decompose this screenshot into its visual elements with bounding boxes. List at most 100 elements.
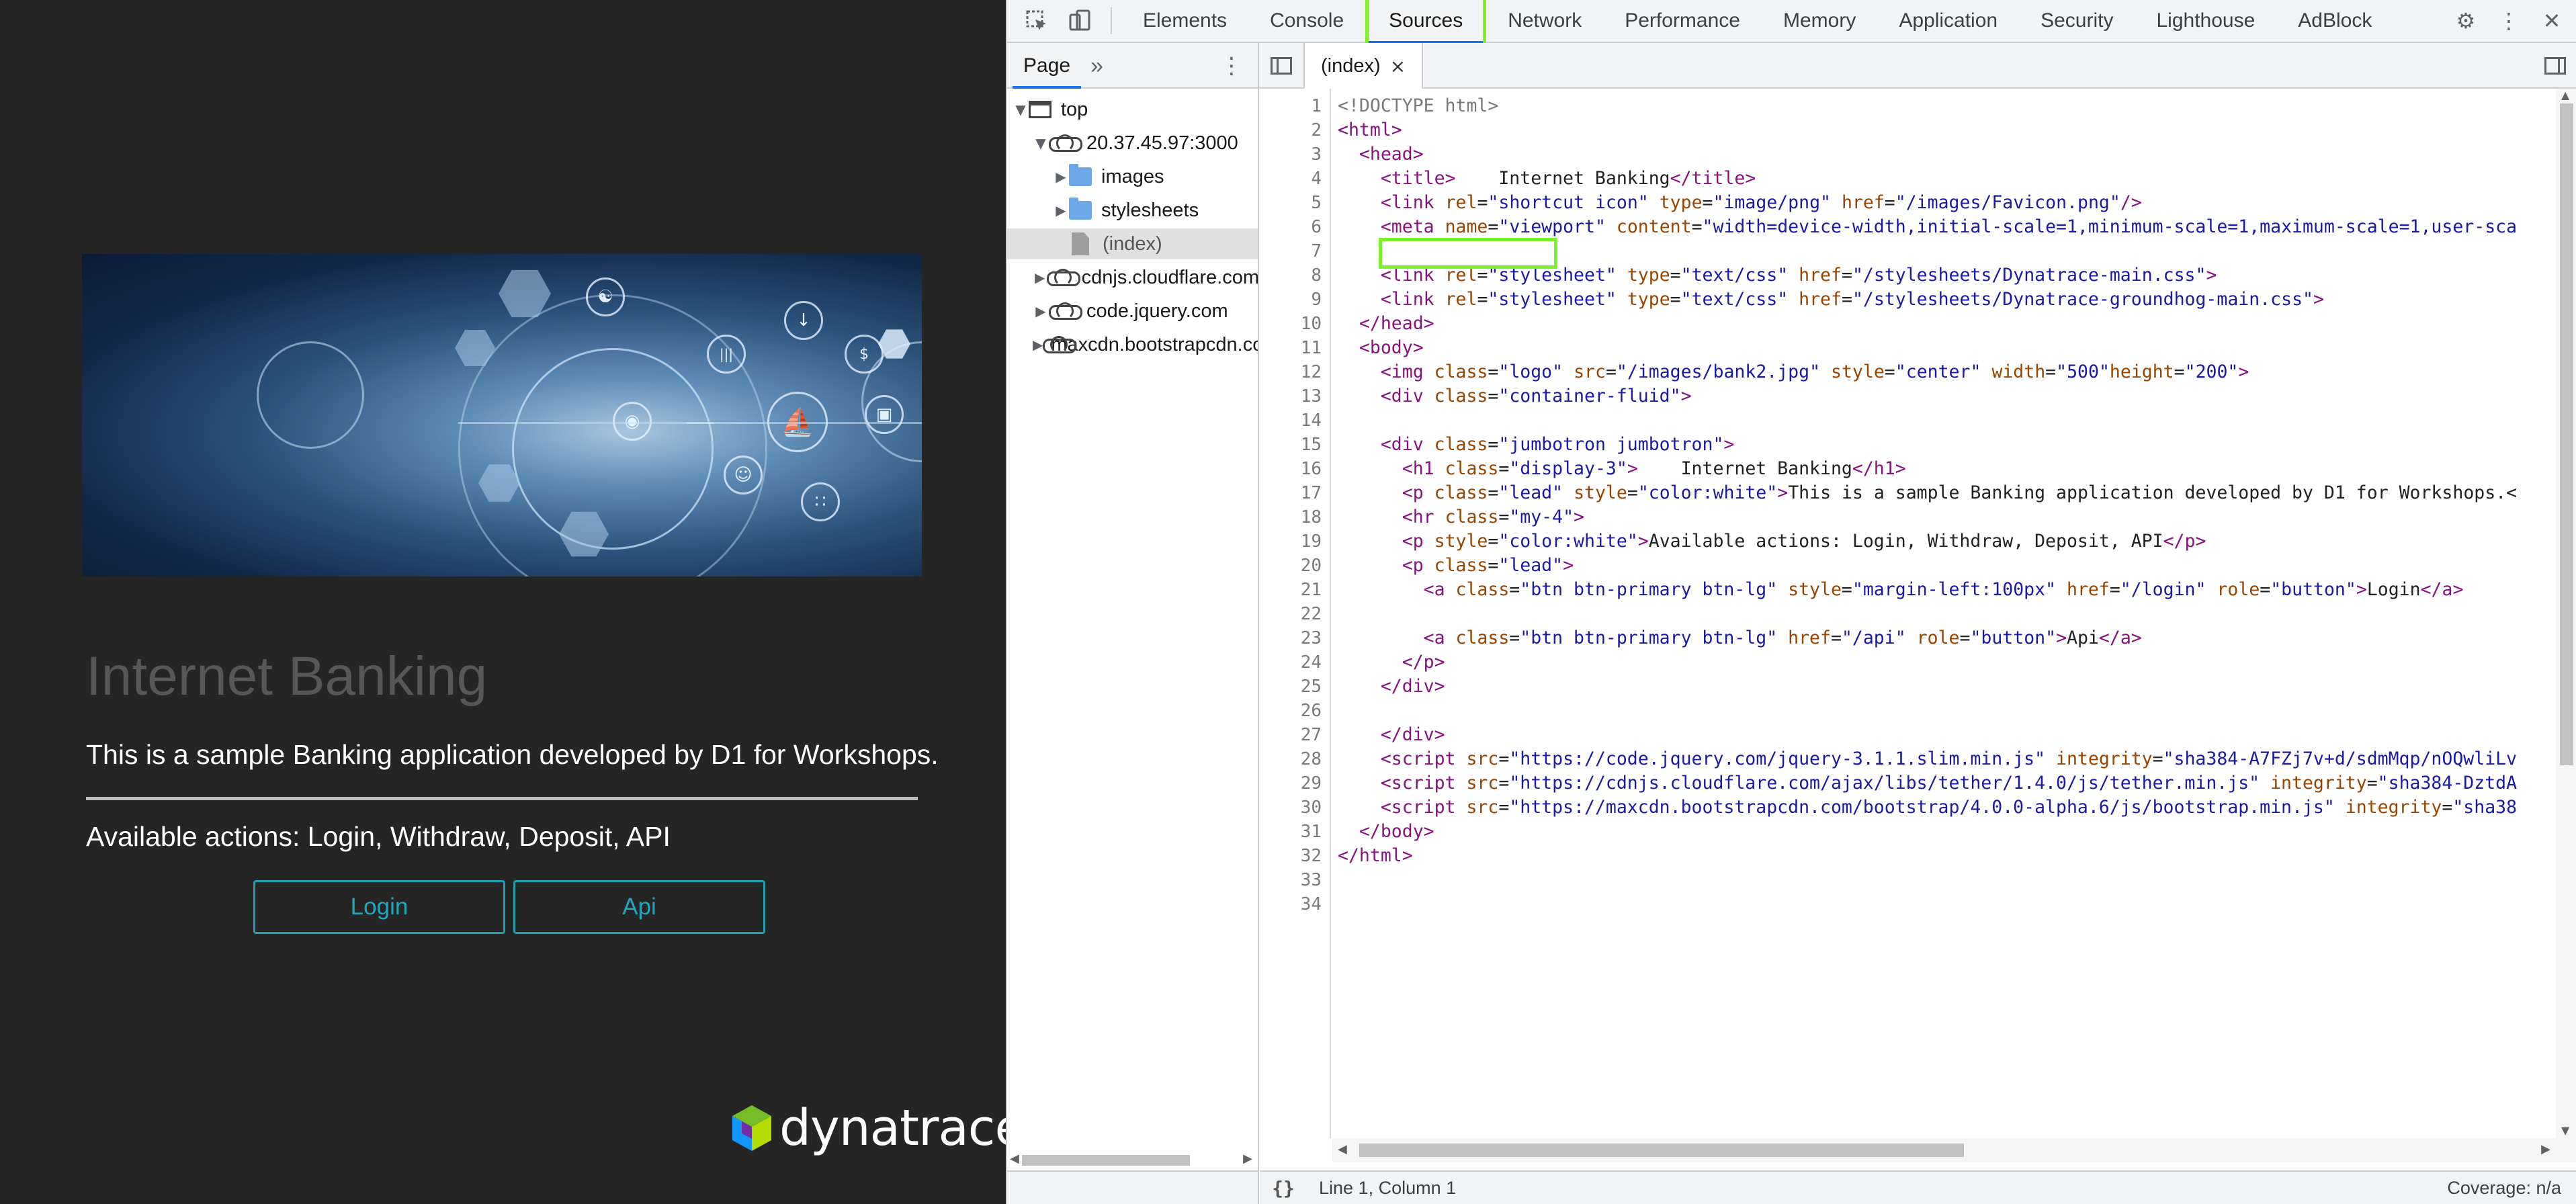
tab-sources[interactable]: Sources — [1365, 0, 1487, 47]
line-number: 24 — [1300, 652, 1322, 673]
coverage-status: Coverage: n/a — [2447, 1177, 2561, 1198]
navigator-horizontal-scrollbar[interactable]: ◀ ▶ — [1007, 1150, 1258, 1170]
tab-memory[interactable]: Memory — [1762, 0, 1877, 42]
navigator-menu-icon[interactable]: ⋮ — [1220, 52, 1243, 79]
expand-right-icon[interactable]: ▶ — [1053, 169, 1069, 185]
editor-tab-index[interactable]: (index) × — [1303, 43, 1424, 89]
pretty-print-button[interactable]: {} — [1260, 1177, 1307, 1199]
line-number: 15 — [1300, 435, 1322, 455]
tree-item[interactable]: ▼ top — [1007, 94, 1258, 125]
tree-item-label: (index) — [1103, 232, 1162, 255]
tree-item[interactable]: (index) — [1007, 228, 1258, 259]
tree-item-label: maxcdn.bootstrapcdn.com — [1051, 333, 1259, 355]
line-number: 28 — [1300, 749, 1322, 769]
hero-banking-image: ☯ ↓ $ ||| ◉ ☺ ∷ ▣ ● ⛵ — [82, 254, 922, 576]
frame-icon — [1029, 101, 1051, 118]
line-number: 31 — [1300, 822, 1322, 842]
editor-horizontal-scrollbar[interactable]: ◀ ▶ — [1332, 1138, 2576, 1162]
cursor-position: Line 1, Column 1 — [1319, 1177, 1457, 1198]
tab-adblock[interactable]: AdBlock — [2276, 0, 2393, 42]
api-button[interactable]: Api — [513, 880, 765, 934]
code-line: <hr class="my-4"> — [1402, 507, 1585, 527]
expand-down-icon[interactable]: ▼ — [1033, 135, 1049, 151]
toolbar-separator — [1111, 7, 1112, 34]
line-number-gutter: 1 2 3 4 5 6 7 8 9 10 11 12 13 14 15 16 17 18 19 20 21 22 23 24 2… — [1260, 89, 1331, 1138]
settings-gear-icon[interactable]: ⚙ — [2444, 0, 2487, 42]
close-devtools-icon[interactable]: ✕ — [2530, 0, 2573, 42]
code-line: <img class="logo" src="/images/bank2.jpg… — [1380, 361, 2249, 382]
editor-vertical-scrollbar[interactable]: ▲ ▼ — [2556, 89, 2576, 1138]
tree-item-label: 20.37.45.97:3000 — [1086, 132, 1238, 154]
code-line: <title> Internet Banking</title> — [1380, 168, 1756, 189]
line-number: 3 — [1311, 144, 1322, 165]
close-tab-icon[interactable]: × — [1390, 55, 1406, 77]
toggle-debugger-icon[interactable] — [2533, 43, 2576, 89]
line-number: 16 — [1300, 459, 1322, 479]
tree-item-label: top — [1061, 98, 1088, 120]
line-number: 2 — [1311, 120, 1322, 140]
tab-performance[interactable]: Performance — [1603, 0, 1762, 42]
tree-item[interactable]: ▶ cdnjs.cloudflare.com — [1007, 262, 1259, 293]
tab-application[interactable]: Application — [1877, 0, 2019, 42]
line-number: 21 — [1300, 580, 1322, 600]
line-number: 32 — [1300, 846, 1322, 866]
folder-icon — [1069, 164, 1092, 186]
code-line: <p class="lead"> — [1402, 555, 1574, 576]
file-navigator-tree: ▼ top ▼ 20.37.45.97:3000 ▶ images ▶ stylesheets… — [1007, 89, 1259, 1170]
line-number: 20 — [1300, 556, 1322, 576]
line-number: 17 — [1300, 483, 1322, 503]
tree-item[interactable]: ▶ images — [1007, 161, 1258, 192]
devtools-toolbar: Elements Console Sources Network Performance… — [1007, 0, 2576, 47]
line-number: 33 — [1300, 870, 1322, 890]
tree-item[interactable]: ▼ 20.37.45.97:3000 — [1007, 128, 1258, 159]
dynatrace-logo-text: dynatrace — [779, 1099, 1006, 1157]
line-number: 27 — [1300, 725, 1322, 745]
tab-lighthouse[interactable]: Lighthouse — [2135, 0, 2276, 42]
expand-right-icon[interactable]: ▶ — [1033, 303, 1049, 319]
expand-right-icon[interactable]: ▶ — [1033, 337, 1043, 353]
expand-right-icon[interactable]: ▶ — [1033, 269, 1047, 286]
annotation-highlight-box — [1379, 238, 1557, 269]
line-number: 12 — [1300, 362, 1322, 382]
code-line: <head> — [1359, 144, 1424, 165]
code-line: <link rel="shortcut icon" type="image/pn… — [1380, 192, 2142, 213]
code-line: </body> — [1359, 821, 1434, 842]
tree-item[interactable]: ▶ code.jquery.com — [1007, 296, 1258, 327]
available-actions-text: Available actions: Login, Withdraw, Depo… — [86, 821, 671, 852]
line-number: 25 — [1300, 677, 1322, 697]
line-number: 22 — [1300, 604, 1322, 624]
dynatrace-logo-icon — [732, 1105, 771, 1151]
code-line: <p class="lead" style="color:white">This… — [1402, 482, 2518, 503]
tree-item-label: cdnjs.cloudflare.com — [1081, 266, 1259, 288]
navigator-tab-page[interactable]: Page — [1007, 43, 1086, 89]
tree-item[interactable]: ▶ maxcdn.bootstrapcdn.com — [1007, 329, 1259, 360]
navigator-status-area — [1007, 1170, 1259, 1204]
editor-tab-label: (index) — [1321, 54, 1381, 77]
tab-elements[interactable]: Elements — [1121, 0, 1248, 42]
code-line: </div> — [1380, 724, 1445, 745]
line-number: 14 — [1300, 411, 1322, 431]
inspect-element-icon[interactable] — [1015, 0, 1058, 42]
more-options-icon[interactable]: ⋮ — [2487, 0, 2530, 42]
cloud-icon — [1049, 134, 1082, 152]
expand-down-icon[interactable]: ▼ — [1013, 101, 1029, 118]
line-number: 5 — [1311, 193, 1322, 213]
login-button[interactable]: Login — [253, 880, 505, 934]
code-line: <script src="https://maxcdn.bootstrapcdn… — [1380, 797, 2518, 818]
more-tabs-chevron-icon[interactable]: » — [1090, 53, 1103, 79]
cloud-icon — [1047, 269, 1081, 286]
code-line: <script src="https://cdnjs.cloudflare.co… — [1380, 773, 2518, 793]
tab-network[interactable]: Network — [1486, 0, 1603, 42]
expand-right-icon[interactable]: ▶ — [1053, 202, 1069, 218]
toggle-navigator-icon[interactable] — [1259, 43, 1303, 89]
tab-security[interactable]: Security — [2019, 0, 2135, 42]
sources-subtoolbar: Page » ⋮ (index) × — [1007, 43, 2576, 89]
dynatrace-logo: dynatrace — [730, 1099, 1006, 1157]
code-line: <!DOCTYPE html> — [1338, 95, 1499, 116]
device-toolbar-icon[interactable] — [1058, 0, 1101, 42]
code-line: </p> — [1402, 652, 1445, 673]
file-icon — [1072, 232, 1089, 255]
tree-item[interactable]: ▶ stylesheets — [1007, 195, 1258, 226]
tab-console[interactable]: Console — [1248, 0, 1365, 42]
